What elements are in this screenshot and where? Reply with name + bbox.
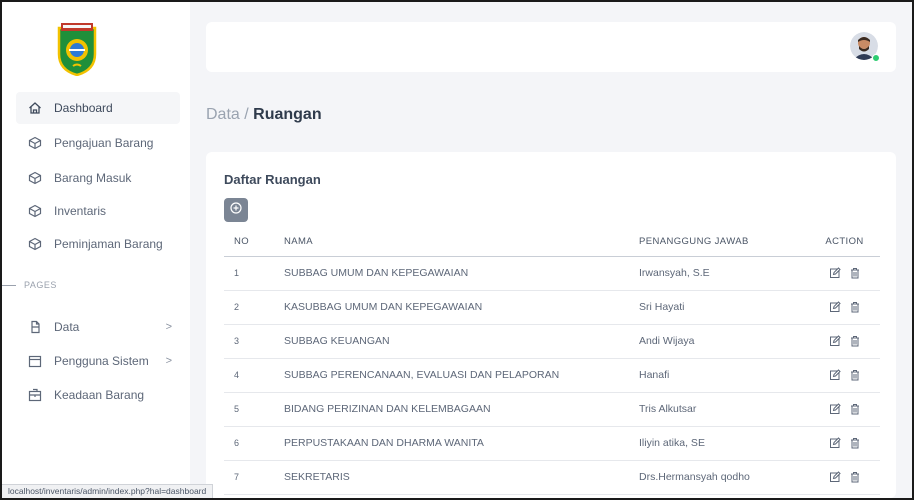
cell-no: 1 (224, 256, 274, 291)
card-title: Daftar Ruangan (224, 172, 321, 187)
cell-nama: SUBBAG KEUANGAN (274, 324, 629, 359)
box-icon (28, 136, 42, 150)
cell-action (809, 426, 880, 461)
table-header-row: NO NAMA PENANGGUNG JAWAB ACTION (224, 228, 880, 257)
cell-action (809, 256, 880, 291)
sidebar-item-label: Keadaan Barang (54, 388, 145, 402)
cell-action (809, 290, 880, 325)
section-label: PAGES (2, 280, 57, 290)
table-row: 3 SUBBAG KEUANGAN Andi Wijaya (224, 324, 880, 359)
divider (2, 284, 16, 286)
edit-icon[interactable] (829, 301, 841, 313)
room-table: NO NAMA PENANGGUNG JAWAB ACTION 1 SUBBAG … (224, 228, 880, 495)
trash-icon[interactable] (849, 335, 861, 347)
cell-nama: SEKRETARIS (274, 460, 629, 495)
cell-penanggung-jawab: Irwansyah, S.E (629, 256, 809, 291)
table-row: 7 SEKRETARIS Drs.Hermansyah qodho (224, 460, 880, 495)
table-row: 5 BIDANG PERIZINAN DAN KELEMBAGAAN Tris Al… (224, 392, 880, 427)
home-icon (28, 101, 42, 115)
cell-no: 3 (224, 324, 274, 359)
cell-action (809, 324, 880, 359)
column-header-no: NO (224, 228, 274, 257)
sidebar-item-label: Pengajuan Barang (54, 136, 154, 150)
cell-no: 7 (224, 460, 274, 495)
cell-penanggung-jawab: Drs.Hermansyah qodho (629, 460, 809, 495)
sidebar-item-barang-masuk[interactable]: Barang Masuk (16, 162, 180, 194)
cell-nama: PERPUSTAKAAN DAN DHARMA WANITA (274, 426, 629, 461)
cell-no: 6 (224, 426, 274, 461)
cell-action (809, 460, 880, 495)
cell-no: 4 (224, 358, 274, 393)
sidebar-item-inventaris[interactable]: Inventaris (16, 195, 180, 227)
table-row: 2 KASUBBAG UMUM DAN KEPEGAWAIAN Sri Hayati (224, 290, 880, 325)
sidebar-item-label: Peminjaman Barang (54, 237, 163, 251)
column-header-penanggung-jawab: PENANGGUNG JAWAB (629, 228, 809, 257)
sidebar-item-label: Data (54, 320, 80, 334)
trash-icon[interactable] (849, 471, 861, 483)
edit-icon[interactable] (829, 471, 841, 483)
chevron-right-icon: > (165, 355, 172, 367)
cell-penanggung-jawab: Hanafi (629, 358, 809, 393)
sidebar-item-pengajuan-barang[interactable]: Pengajuan Barang (16, 127, 180, 159)
edit-icon[interactable] (829, 403, 841, 415)
sidebar-item-dashboard[interactable]: Dashboard (16, 92, 180, 124)
trash-icon[interactable] (849, 369, 861, 381)
trash-icon[interactable] (849, 301, 861, 313)
cell-action (809, 392, 880, 427)
edit-icon[interactable] (829, 267, 841, 279)
trash-icon[interactable] (849, 267, 861, 279)
cell-penanggung-jawab: Andi Wijaya (629, 324, 809, 359)
box-icon (28, 204, 42, 218)
table-row: 4 SUBBAG PERENCANAAN, EVALUASI DAN PELAPO… (224, 358, 880, 393)
room-list-card: Daftar Ruangan NO NAMA PENANGGUNG JAWAB … (206, 152, 896, 498)
plus-circle-icon (230, 201, 242, 219)
sidebar: Dashboard Pengajuan Barang Barang Masuk … (2, 2, 190, 498)
package-icon (28, 388, 42, 402)
cell-no: 2 (224, 290, 274, 325)
box-icon (28, 171, 42, 185)
edit-icon[interactable] (829, 369, 841, 381)
sidebar-item-data[interactable]: Data > (16, 311, 180, 343)
box-icon (28, 237, 42, 251)
trash-icon[interactable] (849, 437, 861, 449)
sidebar-item-label: Barang Masuk (54, 171, 132, 185)
topbar (206, 22, 896, 72)
cell-penanggung-jawab: Sri Hayati (629, 290, 809, 325)
trash-icon[interactable] (849, 403, 861, 415)
sidebar-item-peminjaman-barang[interactable]: Peminjaman Barang (16, 228, 180, 260)
sidebar-item-label: Pengguna Sistem (54, 354, 149, 368)
add-room-button[interactable] (224, 198, 248, 222)
sidebar-item-label: Dashboard (54, 101, 113, 115)
column-header-action: ACTION (809, 228, 880, 257)
sidebar-item-label: Inventaris (54, 204, 107, 218)
edit-icon[interactable] (829, 437, 841, 449)
sidebar-item-keadaan-barang[interactable]: Keadaan Barang (16, 379, 180, 411)
breadcrumb-parent[interactable]: Data / (206, 106, 253, 123)
main-content: Data / Ruangan Daftar Ruangan NO NAMA PE… (190, 2, 912, 498)
browser-status-bar: localhost/inventaris/admin/index.php?hal… (2, 484, 214, 498)
page-title: Ruangan (253, 106, 322, 123)
breadcrumb: Data / Ruangan (206, 106, 322, 124)
cell-penanggung-jawab: Iliyin atika, SE (629, 426, 809, 461)
section-label-text: PAGES (24, 280, 57, 290)
cell-penanggung-jawab: Tris Alkutsar (629, 392, 809, 427)
column-header-nama: NAMA (274, 228, 629, 257)
cell-nama: SUBBAG UMUM DAN KEPEGAWAIAN (274, 256, 629, 291)
cell-nama: BIDANG PERIZINAN DAN KELEMBAGAAN (274, 392, 629, 427)
table-row: 6 PERPUSTAKAAN DAN DHARMA WANITA Iliyin at… (224, 426, 880, 461)
table-row: 1 SUBBAG UMUM DAN KEPEGAWAIAN Irwansyah, S… (224, 256, 880, 291)
calendar-icon (28, 354, 42, 368)
edit-icon[interactable] (829, 335, 841, 347)
cell-no: 5 (224, 392, 274, 427)
file-icon (28, 320, 42, 334)
online-status-indicator (872, 54, 880, 62)
sidebar-item-pengguna-sistem[interactable]: Pengguna Sistem > (16, 345, 180, 377)
chevron-right-icon: > (165, 321, 172, 333)
cell-nama: SUBBAG PERENCANAAN, EVALUASI DAN PELAPOR… (274, 358, 629, 393)
cell-action (809, 358, 880, 393)
cell-nama: KASUBBAG UMUM DAN KEPEGAWAIAN (274, 290, 629, 325)
logo (55, 20, 99, 77)
